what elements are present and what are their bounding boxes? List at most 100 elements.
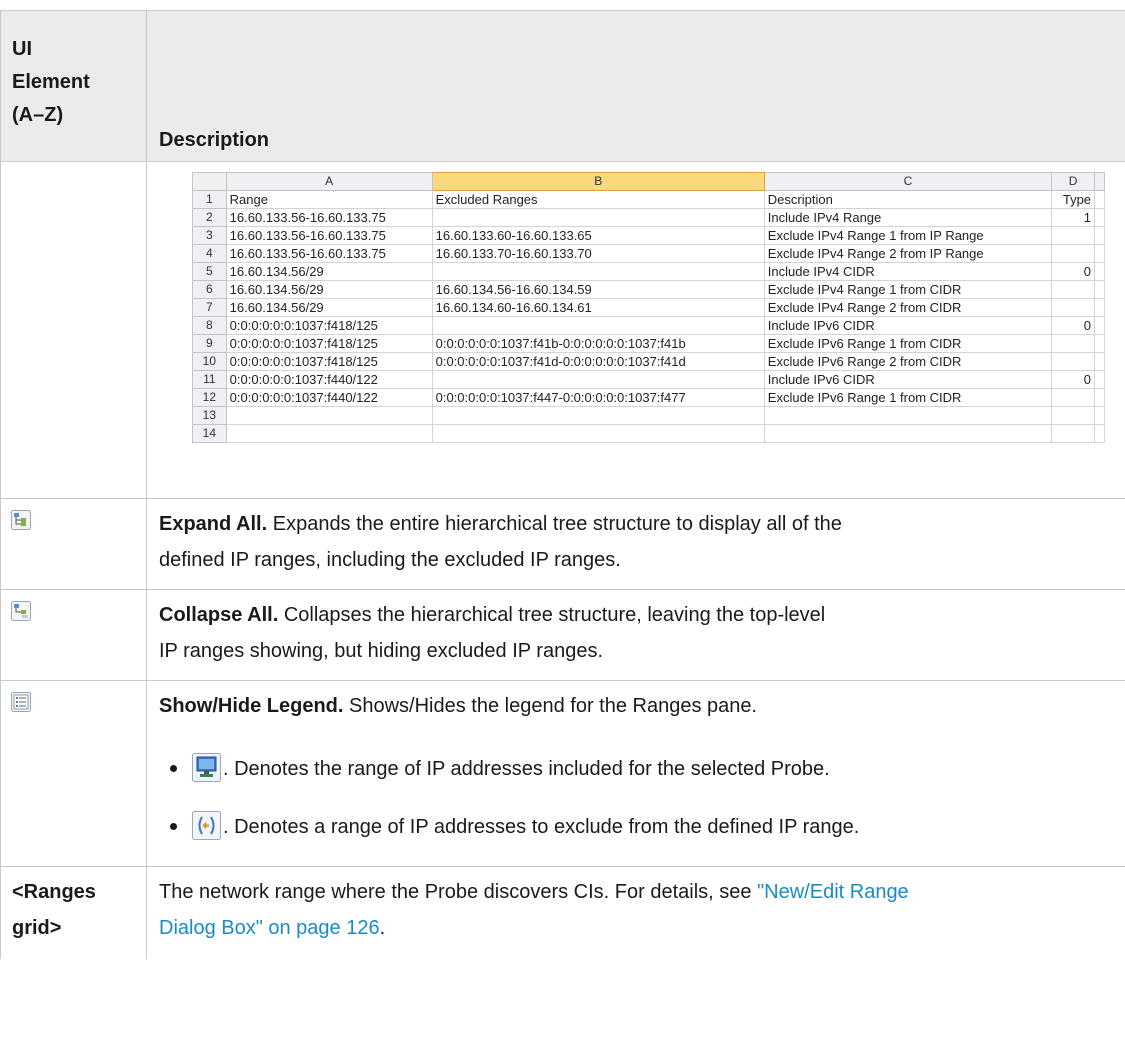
collapse-all-line1: Collapses the hierarchical tree structur… [278,604,826,626]
sheet-cell-d [1051,406,1096,425]
sheet-cell-b [431,262,765,281]
legend-title: Show/Hide Legend. [159,695,344,717]
sheet-cell-d [1051,280,1096,299]
ranges-grid-label-line2: grid> [12,917,62,939]
sheet-cell-c [763,406,1053,425]
expand-all-icon [11,510,31,530]
sheet-cell-a [225,424,433,443]
row-number: 3 [192,226,227,245]
sheet-cell-empty [1094,190,1105,209]
sheet-cell-a: 16.60.134.56/29 [225,262,433,281]
sheet-cell-b: 0:0:0:0:0:0:1037:f41d-0:0:0:0:0:0:1037:f… [431,352,765,371]
sheet-cell-b: 16.60.134.60-16.60.134.61 [431,298,765,317]
sheet-cell-c: Exclude IPv6 Range 1 from CIDR [763,334,1053,353]
legend-bullet-included-text: . Denotes the range of IP addresses incl… [223,758,830,780]
row-number: 13 [192,406,227,425]
sheet-cell-b: Excluded Ranges [431,190,765,209]
new-edit-range-link[interactable]: "New/Edit Range [757,881,909,903]
col-header-a: A [225,172,433,191]
sheet-cell-c: Include IPv4 Range [763,208,1053,227]
sheet-cell-a: 0:0:0:0:0:0:1037:f418/125 [225,316,433,335]
sheet-corner [192,172,227,191]
bullet-dot [170,765,177,772]
sheet-cell-b [431,406,765,425]
ranges-grid-text: The network range where the Probe discov… [159,881,758,903]
spreadsheet-row: A B C D 1 Range Excluded Ranges Description… [0,162,1125,499]
expand-all-row: Expand All. Expands the entire hierarchi… [0,499,1125,590]
collapse-all-line2: IP ranges showing, but hiding excluded I… [159,640,604,662]
sheet-row: 6 16.60.134.56/29 16.60.134.56-16.60.134.5… [192,280,1105,299]
sheet-row: 8 0:0:0:0:0:0:1037:f418/125 Include IPv6 C… [192,316,1105,335]
collapse-all-icon [11,601,31,621]
sheet-cell-c: Include IPv4 CIDR [763,262,1053,281]
sheet-cell-empty [1094,262,1105,281]
sheet-cell-empty [1094,226,1105,245]
ranges-grid-period: . [379,917,386,939]
expand-all-line1: Expands the entire hierarchical tree str… [267,513,842,535]
collapse-all-title: Collapse All. [159,604,279,626]
ranges-grid-description: The network range where the Probe discov… [159,874,1115,946]
sheet-cell-a: 0:0:0:0:0:0:1037:f440/122 [225,388,433,407]
sheet-cell-empty [1094,388,1105,407]
sheet-cell-d [1051,298,1096,317]
sheet-cell-empty [1094,352,1105,371]
sheet-cell-empty [1094,280,1105,299]
sheet-row: 2 16.60.133.56-16.60.133.75 Include IPv4 R… [192,208,1105,227]
sheet-row: 9 0:0:0:0:0:0:1037:f418/125 0:0:0:0:0:0:10… [192,334,1105,353]
sheet-cell-c: Include IPv6 CIDR [763,370,1053,389]
new-edit-range-link-cont[interactable]: Dialog Box" on page 126 [159,917,380,939]
sheet-row: 4 16.60.133.56-16.60.133.75 16.60.133.70-1… [192,244,1105,263]
row-number: 7 [192,298,227,317]
ranges-grid-label: <Ranges grid> [12,874,96,946]
sheet-row: 1 Range Excluded Ranges Description Type [192,190,1105,209]
sheet-row: 5 16.60.134.56/29 Include IPv4 CIDR 0 [192,262,1105,281]
sheet-cell-b: 16.60.134.56-16.60.134.59 [431,280,765,299]
sheet-cell-empty [1094,316,1105,335]
sheet-row: 13 [192,406,1105,425]
sheet-cell-empty [1094,406,1105,425]
sheet-cell-a: 16.60.133.56-16.60.133.75 [225,244,433,263]
sheet-cell-empty [1094,370,1105,389]
header-ui-line: UI [12,38,32,60]
sheet-cell-empty [1094,298,1105,317]
sheet-cell-b [431,370,765,389]
table-header: UI Element (A–Z) Description [0,10,1125,162]
sheet-cell-c: Exclude IPv4 Range 1 from CIDR [763,280,1053,299]
sheet-cell-c: Exclude IPv6 Range 1 from CIDR [763,388,1053,407]
sheet-cell-d: 0 [1051,370,1096,389]
sheet-cell-c [763,424,1053,443]
sheet-cell-b: 16.60.133.60-16.60.133.65 [431,226,765,245]
ranges-grid-row: <Ranges grid> The network range where th… [0,867,1125,959]
header-element-line: Element [12,71,90,93]
sheet-cell-c: Exclude IPv6 Range 2 from CIDR [763,352,1053,371]
sheet-cell-empty [1094,334,1105,353]
sheet-cell-c: Include IPv6 CIDR [763,316,1053,335]
sheet-cell-d: 0 [1051,262,1096,281]
sheet-cell-c: Description [763,190,1053,209]
row-number: 1 [192,190,227,209]
exclude-range-icon [192,811,221,840]
sheet-cell-b [431,316,765,335]
row-number: 5 [192,262,227,281]
row-number: 6 [192,280,227,299]
sheet-row: 3 16.60.133.56-16.60.133.75 16.60.133.60-1… [192,226,1105,245]
sheet-row: 14 [192,424,1105,443]
spreadsheet-image: A B C D 1 Range Excluded Ranges Description… [192,172,1105,493]
row-number: 2 [192,208,227,227]
sheet-cell-a: 0:0:0:0:0:0:1037:f418/125 [225,334,433,353]
row-number: 12 [192,388,227,407]
sheet-cell-b [431,208,765,227]
sheet-cell-empty [1094,424,1105,443]
col-header-c: C [763,172,1053,191]
sheet-row: 7 16.60.134.56/29 16.60.134.60-16.60.134.6… [192,298,1105,317]
sheet-cell-d [1051,334,1096,353]
bullet-dot [170,823,177,830]
sheet-cell-b: 0:0:0:0:0:0:1037:f447-0:0:0:0:0:0:1037:f… [431,388,765,407]
legend-description: Show/Hide Legend. Shows/Hides the legend… [159,688,1115,724]
legend-bullet-excluded-text: . Denotes a range of IP addresses to exc… [223,816,860,838]
sheet-cell-b [431,424,765,443]
sheet-cell-a: 16.60.134.56/29 [225,298,433,317]
header-ui-element: UI Element (A–Z) [12,33,137,132]
legend-row: Show/Hide Legend. Shows/Hides the legend… [0,681,1125,867]
ranges-grid-label-line1: <Ranges [12,881,96,903]
